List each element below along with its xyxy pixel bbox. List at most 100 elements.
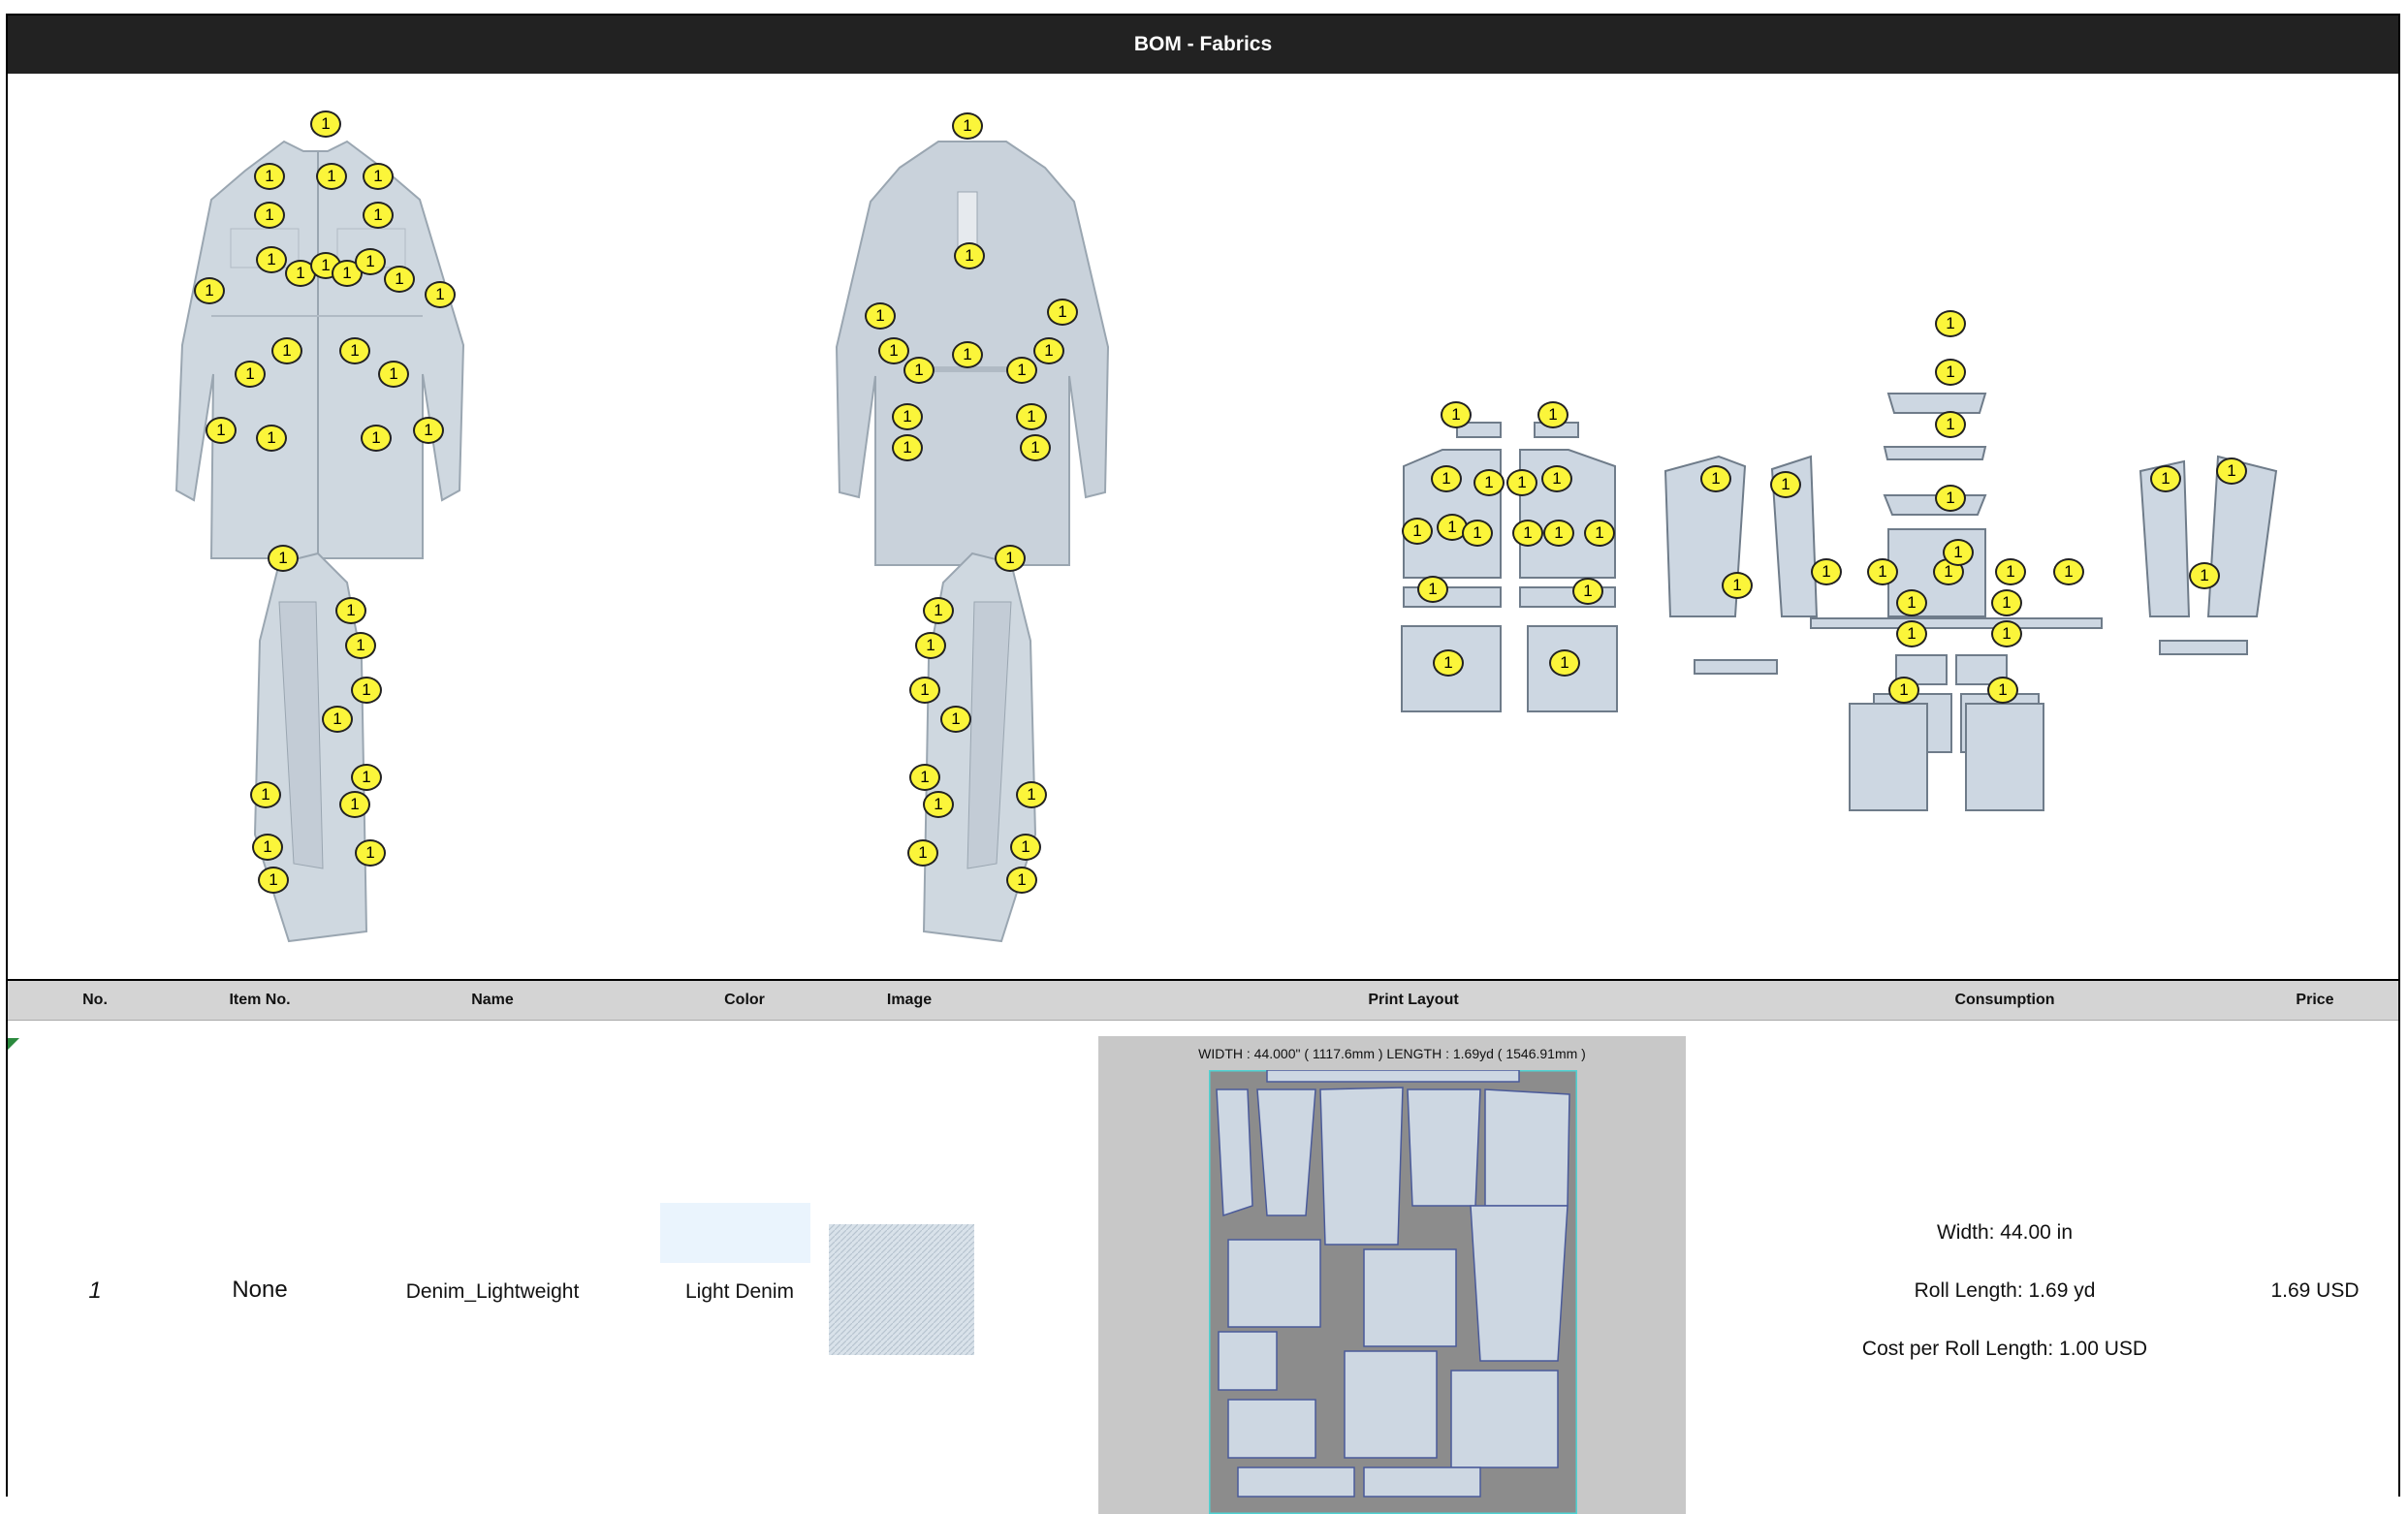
placement-marker[interactable]: 1 (1987, 677, 2018, 704)
placement-marker[interactable]: 1 (256, 425, 287, 452)
placement-marker[interactable]: 1 (923, 791, 954, 818)
placement-marker[interactable]: 1 (335, 597, 366, 624)
placement-marker[interactable]: 1 (1991, 589, 2022, 616)
placement-marker[interactable]: 1 (1506, 469, 1537, 496)
placement-marker[interactable]: 1 (1811, 558, 1842, 585)
placement-marker[interactable]: 1 (878, 337, 909, 364)
placement-marker[interactable]: 1 (351, 764, 382, 791)
placement-marker[interactable]: 1 (1995, 558, 2026, 585)
table-header: No. Item No. Name Color Image Print Layo… (8, 981, 2398, 1021)
jacket-front-view (174, 140, 465, 559)
placement-marker[interactable]: 1 (363, 202, 394, 229)
table-row[interactable]: 1 None Denim_Lightweight Light Denim WID… (8, 1021, 2398, 1514)
placement-marker[interactable]: 1 (995, 545, 1026, 572)
placement-marker[interactable]: 1 (892, 434, 923, 461)
placement-marker[interactable]: 1 (384, 266, 415, 293)
placement-marker[interactable]: 1 (425, 281, 456, 308)
placement-marker[interactable]: 1 (923, 597, 954, 624)
placement-marker[interactable]: 1 (1888, 677, 1919, 704)
placement-marker[interactable]: 1 (1935, 359, 1966, 386)
placement-marker[interactable]: 1 (1033, 337, 1064, 364)
placement-marker[interactable]: 1 (1572, 578, 1603, 605)
placement-marker[interactable]: 1 (363, 163, 394, 190)
header-price: Price (2296, 992, 2334, 1008)
placement-marker[interactable]: 1 (254, 202, 285, 229)
placement-marker[interactable]: 1 (1462, 520, 1493, 547)
placement-marker[interactable]: 1 (339, 337, 370, 364)
placement-marker[interactable]: 1 (256, 246, 287, 273)
placement-marker[interactable]: 1 (1896, 620, 1927, 647)
placement-marker[interactable]: 1 (1896, 589, 1927, 616)
placement-marker[interactable]: 1 (1943, 539, 1974, 566)
placement-marker[interactable]: 1 (1010, 834, 1041, 861)
placement-marker[interactable]: 1 (952, 341, 983, 368)
placement-marker[interactable]: 1 (1722, 572, 1753, 599)
placement-marker[interactable]: 1 (1402, 518, 1433, 545)
header-color: Color (724, 992, 765, 1008)
placement-marker[interactable]: 1 (865, 302, 896, 330)
placement-marker[interactable]: 1 (345, 632, 376, 659)
placement-marker[interactable]: 1 (1770, 471, 1801, 498)
placement-marker[interactable]: 1 (258, 867, 289, 894)
placement-marker[interactable]: 1 (1700, 465, 1731, 492)
placement-marker[interactable]: 1 (892, 403, 923, 430)
placement-marker[interactable]: 1 (1537, 401, 1568, 428)
placement-marker[interactable]: 1 (206, 417, 237, 444)
placement-marker[interactable]: 1 (1417, 576, 1448, 603)
placement-marker[interactable]: 1 (271, 337, 302, 364)
placement-marker[interactable]: 1 (268, 545, 299, 572)
placement-marker[interactable]: 1 (361, 425, 392, 452)
placement-marker[interactable]: 1 (940, 706, 971, 733)
placement-marker[interactable]: 1 (1867, 558, 1898, 585)
placement-marker[interactable]: 1 (909, 677, 940, 704)
placement-marker[interactable]: 1 (1543, 520, 1574, 547)
placement-marker[interactable]: 1 (316, 163, 347, 190)
placement-marker[interactable]: 1 (1473, 469, 1505, 496)
placement-marker[interactable]: 1 (2189, 562, 2220, 589)
placement-marker[interactable]: 1 (2053, 558, 2084, 585)
placement-marker[interactable]: 1 (1549, 649, 1580, 677)
placement-marker[interactable]: 1 (954, 242, 985, 269)
placement-marker[interactable]: 1 (1020, 434, 1051, 461)
color-swatch (660, 1203, 810, 1263)
placement-marker[interactable]: 1 (1935, 310, 1966, 337)
placement-marker[interactable]: 1 (1016, 403, 1047, 430)
placement-marker[interactable]: 1 (1016, 781, 1047, 808)
placement-marker[interactable]: 1 (2216, 457, 2247, 485)
placement-marker[interactable]: 1 (254, 163, 285, 190)
placement-marker[interactable]: 1 (322, 706, 353, 733)
placement-marker[interactable]: 1 (909, 764, 940, 791)
placement-marker[interactable]: 1 (915, 632, 946, 659)
placement-marker[interactable]: 1 (355, 839, 386, 867)
placement-marker[interactable]: 1 (907, 839, 938, 867)
placement-marker[interactable]: 1 (194, 277, 225, 304)
placement-marker[interactable]: 1 (1935, 411, 1966, 438)
placement-marker[interactable]: 1 (1441, 401, 1472, 428)
placement-marker[interactable]: 1 (1584, 520, 1615, 547)
placement-marker[interactable]: 1 (1935, 485, 1966, 512)
placement-marker[interactable]: 1 (2150, 465, 2181, 492)
placement-marker[interactable]: 1 (235, 361, 266, 388)
placement-marker[interactable]: 1 (252, 834, 283, 861)
placement-marker[interactable]: 1 (355, 248, 386, 275)
placement-marker[interactable]: 1 (1006, 867, 1037, 894)
placement-marker[interactable]: 1 (1991, 620, 2022, 647)
cell-comment-indicator (8, 1038, 19, 1050)
placement-marker[interactable]: 1 (351, 677, 382, 704)
placement-marker[interactable]: 1 (250, 781, 281, 808)
row-price: 1.69 USD (2270, 1279, 2360, 1302)
placement-marker[interactable]: 1 (1431, 465, 1462, 492)
placement-marker[interactable]: 1 (1047, 299, 1078, 326)
placement-marker[interactable]: 1 (1006, 357, 1037, 384)
row-name: Denim_Lightweight (405, 1280, 580, 1303)
placement-marker[interactable]: 1 (339, 791, 370, 818)
marker-layout (1209, 1070, 1577, 1514)
placement-marker[interactable]: 1 (310, 110, 341, 138)
placement-marker[interactable]: 1 (1541, 465, 1572, 492)
placement-marker[interactable]: 1 (413, 417, 444, 444)
placement-marker[interactable]: 1 (903, 357, 935, 384)
placement-marker[interactable]: 1 (952, 112, 983, 140)
placement-marker[interactable]: 1 (1512, 520, 1543, 547)
placement-marker[interactable]: 1 (378, 361, 409, 388)
placement-marker[interactable]: 1 (1433, 649, 1464, 677)
